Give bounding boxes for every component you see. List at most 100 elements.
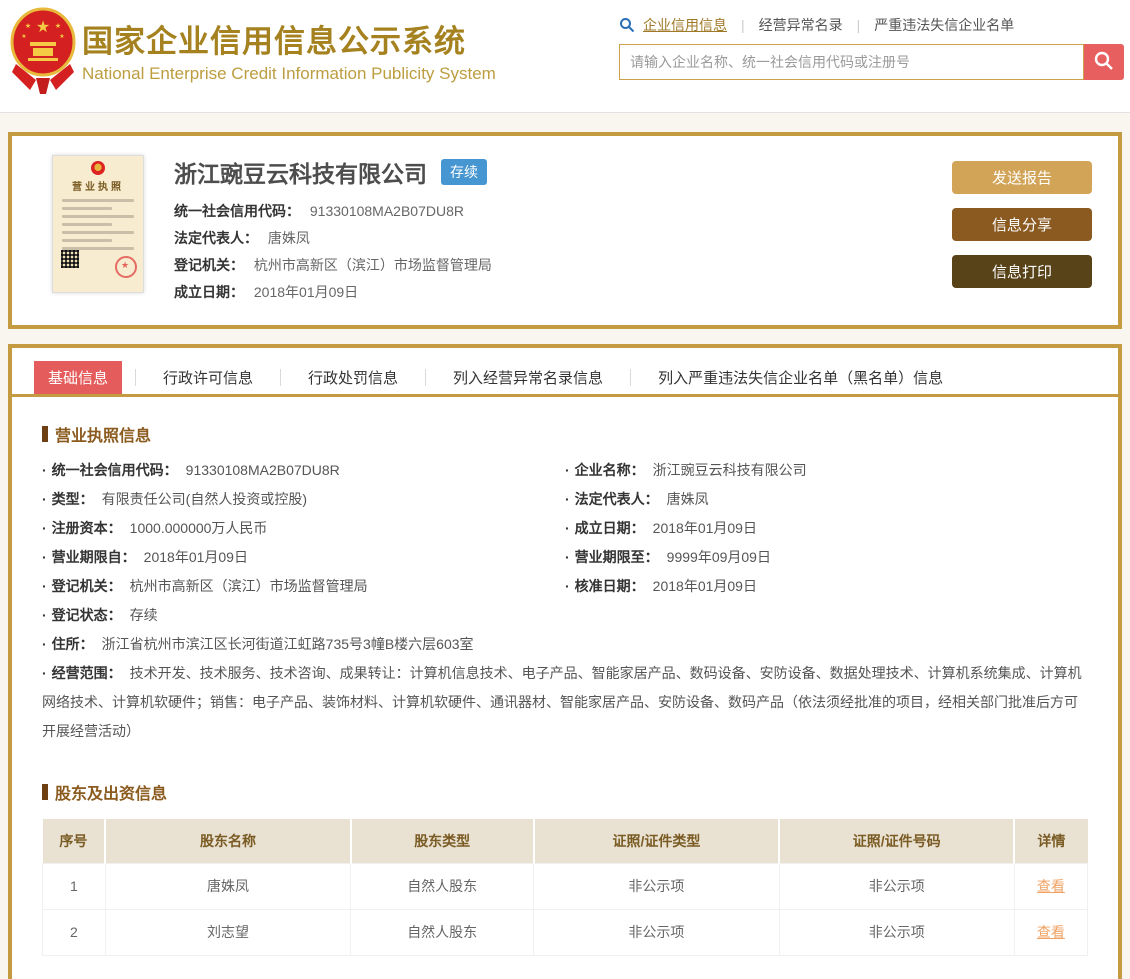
company-field-row: 成立日期： 2018年01月09日 [174,279,952,306]
field-row: · 注册资本： 1000.000000万人民币 [42,520,268,536]
national-emblem-logo: ★ ★ ★ ★ ★ [10,6,76,96]
field-row: · 营业期限自： 2018年01月09日 [42,549,248,565]
share-info-button[interactable]: 信息分享 [952,208,1092,241]
field-row: · 成立日期： 2018年01月09日 [565,520,757,536]
field-label: 登记机关： [51,578,122,594]
field-value: 有限责任公司(自然人投资或控股) [101,491,307,507]
site-title: 国家企业信用信息公示系统 [82,24,466,59]
search-icon [619,17,635,33]
nav-link-blacklist[interactable]: 严重违法失信企业名单 [874,15,1014,35]
col-header-detail: 详情 [1014,819,1088,863]
tab-abnormal-list[interactable]: 列入经营异常名录信息 [439,361,617,394]
cell-seq: 1 [42,862,106,910]
field-value: 存续 [129,607,158,623]
svg-text:★: ★ [36,19,50,36]
search-input[interactable] [619,44,1084,80]
tab-separator [135,369,137,386]
col-header-type: 股东类型 [350,819,535,863]
field-value: 2018年01月09日 [652,578,757,594]
nav-link-credit-info[interactable]: 企业信用信息 [643,15,727,35]
field-row [565,601,1088,630]
status-badge[interactable]: 存续 [441,159,487,185]
field-label: 登记状态： [51,607,122,623]
tab-admin-penalty[interactable]: 行政处罚信息 [294,361,412,394]
license-qr-code [61,250,79,268]
shareholders-section: 股东及出资信息 序号 股东名称 股东类型 证照/证件类型 证照/证件号码 详情 [42,780,1089,956]
nav-separator: | [856,17,861,33]
tab-admin-license[interactable]: 行政许可信息 [149,361,267,394]
field-label: 营业期限自： [51,549,136,565]
section-marker [42,784,48,800]
field-row: · 法定代表人： 唐姝凤 [565,491,709,507]
cell-cert-type: 非公示项 [533,862,780,910]
field-row: · 营业期限至： 9999年09月09日 [565,549,771,565]
field-label: 注册资本： [51,520,122,536]
field-label: 核准日期： [574,578,645,594]
field-value: 唐姝凤 [267,230,310,246]
company-info: 浙江豌豆云科技有限公司 存续 统一社会信用代码： 91330108MA2B07D… [144,155,952,309]
license-text-lines [62,199,134,255]
action-buttons: 发送报告 信息分享 信息打印 [952,161,1092,309]
cell-cert-no: 非公示项 [778,908,1015,956]
field-label: 类型： [51,491,94,507]
search-button[interactable] [1084,44,1124,80]
tab-separator [425,369,427,386]
cell-name: 刘志望 [104,908,352,956]
nav-link-abnormal-list[interactable]: 经营异常名录 [759,15,843,35]
shareholders-table: 序号 股东名称 股东类型 证照/证件类型 证照/证件号码 详情 1 唐姝凤 自然… [42,819,1089,956]
company-name: 浙江豌豆云科技有限公司 [174,161,427,187]
license-fields: · 统一社会信用代码： 91330108MA2B07DU8R · 企业名称： 浙江豌豆云… [42,456,1088,746]
field-row-business-scope: · 经营范围： 技术开发、技术服务、技术咨询、成果转让：计算机信息技术、电子产品、智… [42,665,1082,739]
col-header-cert-no: 证照/证件号码 [779,819,1016,863]
field-row-address: · 住所： 浙江省杭州市滨江区长河街道江虹路735号3幢B楼六层603室 [42,636,474,652]
company-field-row: 法定代表人： 唐姝凤 [174,225,952,252]
field-row: · 企业名称： 浙江豌豆云科技有限公司 [565,462,807,478]
view-detail-link[interactable]: 查看 [1037,878,1065,894]
field-label: 成立日期： [574,520,645,536]
section-title-text: 营业执照信息 [55,428,152,445]
shareholders-section-title: 股东及出资信息 [42,780,1088,804]
col-header-seq: 序号 [42,819,107,863]
field-value: 2018年01月09日 [253,284,359,300]
field-label: 成立日期： [174,284,244,300]
detail-card: 基础信息 行政许可信息 行政处罚信息 列入经营异常名录信息 列入严重违法失信企业… [8,344,1122,979]
field-value: 1000.000000万人民币 [129,520,268,536]
field-row: · 登记机关： 杭州市高新区（滨江）市场监督管理局 [42,578,368,594]
field-value: 91330108MA2B07DU8R [309,203,464,219]
svg-text:★: ★ [25,22,31,30]
field-label: 法定代表人： [574,491,659,507]
license-emblem-icon [91,161,105,175]
tab-separator [280,369,282,386]
tab-basic-info[interactable]: 基础信息 [34,361,123,394]
field-value: 技术开发、技术服务、技术咨询、成果转让：计算机信息技术、电子产品、智能家居产品、… [42,665,1082,739]
field-label: 统一社会信用代码： [51,462,178,478]
cell-name: 唐姝凤 [104,862,352,910]
send-report-button[interactable]: 发送报告 [952,161,1092,194]
field-label: 登记机关： [174,257,244,273]
field-value: 2018年01月09日 [143,549,248,565]
cell-seq: 2 [42,908,106,956]
table-row: 1 唐姝凤 自然人股东 非公示项 非公示项 查看 [42,862,1089,910]
view-detail-link[interactable]: 查看 [1037,924,1065,940]
header-nav: 企业信用信息 | 经营异常名录 | 严重违法失信企业名单 [619,14,1124,36]
section-marker [42,426,48,442]
field-value: 91330108MA2B07DU8R [185,462,340,478]
svg-text:★: ★ [55,22,61,30]
search-icon [1093,50,1115,75]
nav-separator: | [741,17,745,33]
tab-content: 营业执照信息 · 统一社会信用代码： 91330108MA2B07DU8R · 企业名… [12,397,1118,956]
field-label: 经营范围： [51,665,122,681]
field-label: 企业名称： [574,462,645,478]
field-label: 营业期限至： [574,549,659,565]
tab-blacklist[interactable]: 列入严重违法失信企业名单（黑名单）信息 [644,361,957,394]
tab-separator [630,369,632,386]
table-row: 2 刘志望 自然人股东 非公示项 非公示项 查看 [42,908,1089,956]
print-info-button[interactable]: 信息打印 [952,255,1092,288]
business-license-thumbnail[interactable]: 营业执照 [52,155,144,293]
header-right: 企业信用信息 | 经营异常名录 | 严重违法失信企业名单 [619,14,1124,80]
field-row: · 统一社会信用代码： 91330108MA2B07DU8R [42,462,340,478]
license-thumb-title: 营业执照 [72,182,124,193]
field-value: 唐姝凤 [666,491,709,507]
company-summary-card: 营业执照 浙江豌豆云科技有限公司 存续 统一社会信用代码： 91330108MA… [8,132,1122,329]
field-value: 浙江豌豆云科技有限公司 [652,462,807,478]
